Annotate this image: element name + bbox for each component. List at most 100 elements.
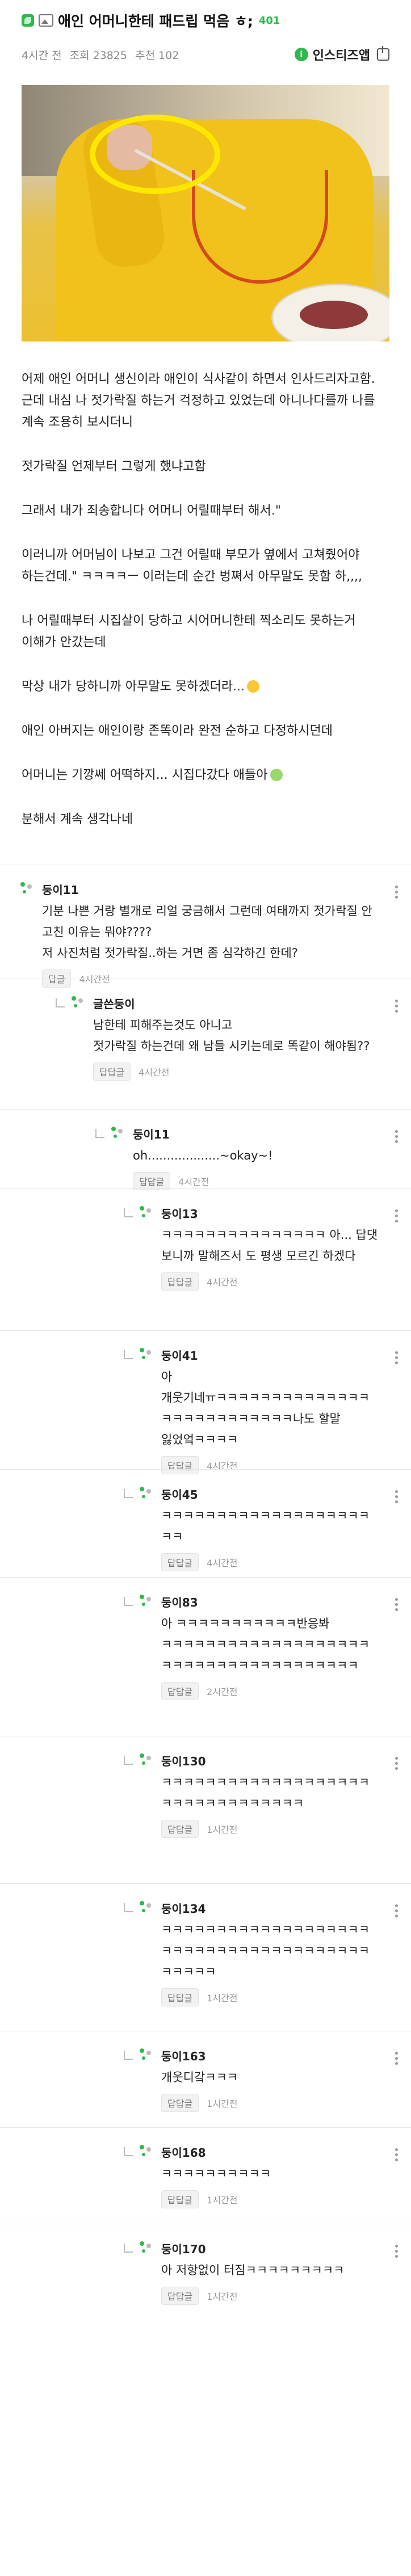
comment-content: 둥이134 ㅋㅋㅋㅋㅋㅋㅋㅋㅋㅋㅋㅋㅋㅋㅋㅋㅋㅋㅋㅋㅋㅋㅋㅋㅋㅋㅋㅋㅋㅋㅋㅋㅋㅋ… xyxy=(161,1900,379,2006)
reply-button[interactable]: 답답글 xyxy=(161,2094,199,2112)
comment-content: 둥이163 개웃디갘ㅋㅋㅋ 답답글 1시간전 xyxy=(161,2047,379,2112)
comment-author[interactable]: 둥이83 xyxy=(161,1593,379,1610)
comment-content: 둥이168 ㅋㅋㅋㅋㅋㅋㅋㅋㅋㅋ 답답글 1시간전 xyxy=(161,2144,379,2208)
paragraph-text: 막상 내가 당하니까 아무말도 못하겠더라... xyxy=(22,680,245,694)
comment-author[interactable]: 둥이45 xyxy=(161,1486,379,1502)
post-header: 애인 어머니한테 패드립 먹음 ㅎ; 401 4시간 전 조회 23825 추천… xyxy=(0,0,411,65)
comment-item: 둥이134 ㅋㅋㅋㅋㅋㅋㅋㅋㅋㅋㅋㅋㅋㅋㅋㅋㅋㅋㅋㅋㅋㅋㅋㅋㅋㅋㅋㅋㅋㅋㅋㅋㅋㅋ… xyxy=(0,1883,411,2031)
share-icon[interactable] xyxy=(377,46,389,61)
comment-time: 4시간전 xyxy=(207,1277,238,1288)
reply-button[interactable]: 답답글 xyxy=(93,1063,131,1081)
avatar-icon xyxy=(140,1901,153,1915)
reply-button[interactable]: 답답글 xyxy=(161,1820,199,1838)
comment-content: 글쓴둥이 남한테 피해주는것도 아니고 젓가락질 하는건데 왜 남들 시키는데로… xyxy=(93,995,379,1081)
more-options-icon[interactable] xyxy=(395,1209,399,1223)
image-attached-icon xyxy=(39,14,53,27)
comment-text: 남한테 피해주는것도 아니고 젓가락질 하는건데 왜 남들 시키는데로 똑같이 … xyxy=(93,1018,370,1053)
paragraph: 분해서 계속 생각나네 xyxy=(22,812,133,827)
comment-item: 글쓴둥이 남한테 피해주는것도 아니고 젓가락질 하는건데 왜 남들 시키는데로… xyxy=(0,979,411,1109)
reply-button[interactable]: 답답글 xyxy=(161,2287,199,2305)
comment-footer: 답답글 1시간전 xyxy=(161,2190,379,2208)
comment-text: ㅋㅋㅋㅋㅋㅋㅋㅋㅋㅋ xyxy=(161,2167,271,2181)
avatar-icon xyxy=(140,1348,153,1361)
reply-indicator-icon xyxy=(124,1208,133,1217)
avatar-icon xyxy=(140,1595,153,1608)
more-options-icon[interactable] xyxy=(395,1351,399,1365)
comment-footer: 답답글 4시간전 xyxy=(161,1553,379,1571)
comment-time: 1시간전 xyxy=(207,2098,238,2109)
avatar-icon xyxy=(20,882,34,896)
avatar-icon xyxy=(140,2048,153,2062)
reply-button[interactable]: 답답글 xyxy=(161,1272,199,1291)
avatar-icon xyxy=(140,2145,153,2158)
avatar-icon xyxy=(140,1487,153,1500)
comment-item: 둥이41 아 개웃기네ㅠㅋㅋㅋㅋㅋㅋㅋㅋㅋㅋㅋㅋㅋㅋㅋㅋㅋㅋㅋㅋㅋㅋㅋㅋㅋㅋ나도… xyxy=(0,1330,411,1474)
comment-content: 둥이45 ㅋㅋㅋㅋㅋㅋㅋㅋㅋㅋㅋㅋㅋㅋㅋㅋㅋㅋㅋㅋㅋ 답답글 4시간전 xyxy=(161,1486,379,1571)
paragraph: 이러니까 어머님이 나보고 그건 어릴때 부모가 옆에서 고쳐줬어야 하는건데.… xyxy=(22,548,363,584)
post-meta: 4시간 전 조회 23825 추천 102 xyxy=(22,47,179,62)
comment-content: 둥이83 아 ㅋㅋㅋㅋㅋㅋㅋㅋㅋㅋㅋ반응봐 ㅋㅋㅋㅋㅋㅋㅋㅋㅋㅋㅋㅋㅋㅋㅋㅋㅋㅋ… xyxy=(161,1593,379,1700)
comment-author[interactable]: 둥이130 xyxy=(161,1752,379,1769)
reply-indicator-icon xyxy=(95,1129,104,1138)
comment-author[interactable]: 둥이168 xyxy=(161,2144,379,2160)
comment-text: ㅋㅋㅋㅋㅋㅋㅋㅋㅋㅋㅋㅋㅋㅋㅋㅋㅋㅋㅋㅋㅋ xyxy=(161,1509,370,1544)
reply-button[interactable]: 답답글 xyxy=(161,1988,199,2006)
comment-author[interactable]: 둥이13 xyxy=(161,1205,379,1221)
reply-button[interactable]: 답답글 xyxy=(161,1553,199,1571)
avatar-icon xyxy=(140,1206,153,1220)
more-options-icon[interactable] xyxy=(395,1130,399,1144)
reply-button[interactable]: 답답글 xyxy=(161,2190,199,2208)
board-link[interactable]: i 인스티즈앱 xyxy=(294,45,389,64)
reply-button[interactable]: 답답글 xyxy=(133,1172,171,1190)
more-options-icon[interactable] xyxy=(395,1490,399,1504)
post-time: 4시간 전 xyxy=(22,49,62,62)
comment-time: 4시간전 xyxy=(178,1177,209,1187)
post-views: 조회 23825 xyxy=(69,49,128,62)
comment-footer: 답답글 4시간전 xyxy=(161,1272,379,1291)
more-options-icon[interactable] xyxy=(395,1757,399,1770)
comment-time: 4시간전 xyxy=(139,1067,170,1078)
reply-indicator-icon xyxy=(124,2147,133,2156)
reply-button[interactable]: 답답글 xyxy=(161,1682,199,1700)
comment-text: 아 저항없이 터짐ㅋㅋㅋㅋㅋㅋㅋㅋㅋ xyxy=(161,2263,345,2277)
reply-indicator-icon xyxy=(124,2051,133,2060)
more-options-icon[interactable] xyxy=(395,2148,399,2162)
comment-time: 1시간전 xyxy=(207,2291,238,2302)
comment-author[interactable]: 둥이11 xyxy=(133,1125,379,1142)
more-options-icon[interactable] xyxy=(395,2052,399,2065)
comment-count[interactable]: 401 xyxy=(259,15,280,27)
comment-text: oh...................~okay~! xyxy=(133,1149,273,1162)
reply-indicator-icon xyxy=(124,1756,133,1765)
more-options-icon[interactable] xyxy=(395,886,399,899)
comment-content: 둥이13 ㅋㅋㅋㅋㅋㅋㅋㅋㅋㅋㅋㅋㅋㅋㅋ 아... 답댓 보니까 말해즈서 도 … xyxy=(161,1205,379,1291)
comment-item: 둥이11 기분 나쁜 거랑 별개로 리얼 궁금해서 그런데 여태까지 젓가락질 … xyxy=(0,865,411,988)
comment-author[interactable]: 둥이11 xyxy=(42,881,379,897)
comment-author[interactable]: 둥이163 xyxy=(161,2047,379,2064)
comment-author[interactable]: 둥이170 xyxy=(161,2240,379,2257)
comment-item: 둥이163 개웃디갘ㅋㅋㅋ 답답글 1시간전 xyxy=(0,2031,411,2127)
comment-content: 둥이130 ㅋㅋㅋㅋㅋㅋㅋㅋㅋㅋㅋㅋㅋㅋㅋㅋㅋㅋㅋㅋㅋㅋㅋㅋㅋㅋㅋㅋㅋㅋㅋㅋ 답… xyxy=(161,1752,379,1838)
avatar-icon xyxy=(140,1753,153,1767)
reply-indicator-icon xyxy=(124,1350,133,1359)
comment-footer: 답답글 1시간전 xyxy=(161,1820,379,1838)
more-options-icon[interactable] xyxy=(395,1598,399,1612)
instiz-icon: i xyxy=(294,48,308,61)
comment-time: 1시간전 xyxy=(207,2195,238,2206)
reply-indicator-icon xyxy=(124,1489,133,1498)
reply-indicator-icon xyxy=(56,998,65,1007)
comment-footer: 답답글 4시간전 xyxy=(133,1172,379,1190)
comment-text: ㅋㅋㅋㅋㅋㅋㅋㅋㅋㅋㅋㅋㅋㅋㅋ 아... 답댓 보니까 말해즈서 도 평생 모르… xyxy=(161,1228,378,1263)
more-options-icon[interactable] xyxy=(395,1904,399,1918)
comment-author[interactable]: 둥이134 xyxy=(161,1900,379,1916)
comment-text: 아 개웃기네ㅠㅋㅋㅋㅋㅋㅋㅋㅋㅋㅋㅋㅋㅋㅋㅋㅋㅋㅋㅋㅋㅋㅋㅋㅋㅋㅋ나도 할말 잃… xyxy=(161,1370,370,1447)
paragraph: 젓가락질 언제부터 그렇게 했냐고함 xyxy=(22,459,206,474)
comment-footer: 답답글 1시간전 xyxy=(161,2094,379,2112)
avatar-icon xyxy=(140,2241,153,2255)
comment-content: 둥이11 oh...................~okay~! 답답글 4시… xyxy=(133,1125,379,1190)
more-options-icon[interactable] xyxy=(395,2245,399,2258)
comment-author[interactable]: 글쓴둥이 xyxy=(93,995,379,1011)
comment-author[interactable]: 둥이41 xyxy=(161,1347,379,1363)
more-options-icon[interactable] xyxy=(395,1000,399,1013)
paragraph: 나 어릴때부터 시집살이 당하고 시어머니한테 찍소리도 못하는거 이해가 안갔… xyxy=(22,614,356,650)
paragraph: 어제 애인 어머니 생신이라 애인이 식사같이 하면서 인사드리자고함. 근데 … xyxy=(22,372,375,429)
